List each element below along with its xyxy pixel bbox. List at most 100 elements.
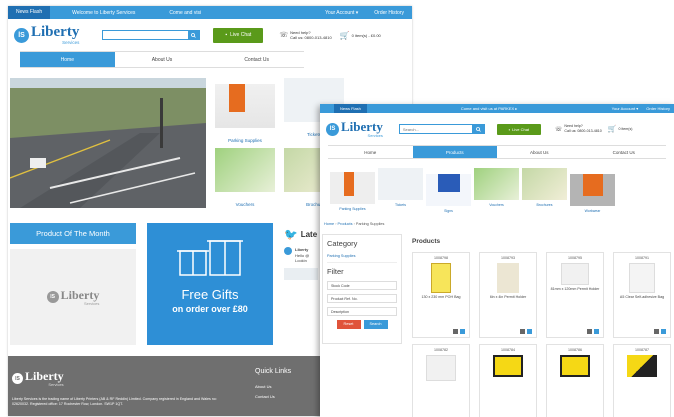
product-code: 1008798	[434, 256, 448, 260]
category-parking-supplies[interactable]: Parking Supplies	[330, 168, 375, 212]
category-image	[474, 168, 519, 200]
top-bar: News Flash Come and visit us at PARKEX ▸…	[320, 104, 674, 113]
category-brochures[interactable]: Brochures	[522, 168, 567, 212]
product-ref-field[interactable]: Product Ref. No.	[327, 294, 397, 303]
category-image	[330, 172, 375, 204]
site-logo[interactable]: lS Liberty Services	[326, 120, 383, 138]
help-block: ☏ Need help? Call us: 0800-013-4810	[279, 30, 331, 40]
breadcrumb-current: Parking Supplies	[355, 222, 385, 226]
product-card[interactable]: 1008795 81mm x 120mm Permit Holder	[546, 252, 604, 338]
product-name: A5 Clear Self-adhesive Bag	[619, 295, 665, 299]
logo-mark: lS	[326, 122, 339, 136]
basket-summary: 0 item(s) - £0.00	[351, 32, 381, 38]
phone-icon: ☏	[279, 32, 289, 39]
live-chat-button[interactable]: ▪ Live Chat	[213, 27, 264, 43]
hero-street-image	[10, 78, 206, 208]
footer-link-about[interactable]: About Us	[255, 384, 271, 389]
basket[interactable]: 🛒 0 item(s)	[608, 125, 633, 133]
category-signs[interactable]: Signs	[426, 168, 471, 213]
compare-button[interactable]	[587, 329, 592, 334]
footer-quick-links-title: Quick Links	[255, 368, 292, 375]
logo-mark: lS	[14, 27, 29, 43]
product-image	[561, 263, 589, 285]
product-code: 1008786	[568, 348, 582, 352]
twitter-title: Late	[300, 230, 318, 239]
breadcrumb-products[interactable]: Products	[338, 222, 353, 226]
basket[interactable]: 🛒 0 item(s) - £0.00	[340, 31, 381, 40]
tweet-author: Liberty	[295, 247, 309, 252]
search-button[interactable]	[472, 125, 484, 133]
breadcrumb-home[interactable]: Home	[324, 222, 334, 226]
tile-vouchers[interactable]: Vouchers	[215, 148, 275, 210]
description-field[interactable]: Description	[327, 307, 397, 316]
site-logo[interactable]: lS Liberty Services	[14, 25, 79, 45]
help-block: ☏ Need help? Call us: 0800-013-4810	[555, 124, 602, 133]
search-button[interactable]	[187, 31, 200, 39]
phone-icon: ☏	[554, 126, 563, 133]
add-to-cart-button[interactable]	[661, 329, 666, 334]
search-input[interactable]	[399, 125, 473, 133]
search-icon	[475, 126, 481, 132]
category-value[interactable]: Parking Supplies	[327, 254, 397, 263]
product-card[interactable]: 1008784	[479, 344, 537, 417]
compare-button[interactable]	[654, 329, 659, 334]
add-to-cart-button[interactable]	[527, 329, 532, 334]
search-input[interactable]	[103, 31, 188, 39]
add-to-cart-button[interactable]	[594, 329, 599, 334]
category-image	[570, 174, 615, 206]
tweet-media	[284, 267, 318, 280]
product-name: 6in x 4in Permit Holder	[489, 295, 527, 299]
footer-link-contact[interactable]: Contact Us	[255, 394, 275, 399]
order-history-link[interactable]: Order History	[366, 10, 412, 16]
compare-button[interactable]	[520, 329, 525, 334]
filter-sidebar: Category Parking Supplies Filter Stock C…	[322, 234, 402, 344]
stock-code-field[interactable]: Stock Code	[327, 281, 397, 290]
product-card[interactable]: 1008786	[546, 344, 604, 417]
nav-home[interactable]: Home	[20, 52, 115, 67]
tile-label: Parking Supplies	[228, 138, 262, 143]
footer-legal-text: Liberty Services is the trading name of …	[12, 397, 217, 407]
your-account-link[interactable]: Your Account ▾	[608, 106, 643, 111]
help-phone: Call us: 0800-013-4810	[290, 35, 332, 40]
product-card[interactable]: 1008791 A5 Clear Self-adhesive Bag	[613, 252, 671, 338]
product-card[interactable]: 1008798 130 x 230 mm POH Bag	[412, 252, 470, 338]
product-code: 1008795	[568, 256, 582, 260]
logo-mark: lS	[46, 291, 59, 303]
category-label: Workwear	[584, 209, 601, 213]
category-strip: Parking Supplies Tickets Signs Vouchers …	[330, 168, 620, 213]
search-box	[102, 30, 201, 40]
tile-image	[215, 84, 275, 128]
hero-banner[interactable]	[10, 78, 206, 208]
product-card[interactable]: 1008782	[412, 344, 470, 417]
category-tickets[interactable]: Tickets	[378, 168, 423, 212]
free-gifts-subtitle: on order over £80	[172, 304, 248, 314]
nav-contact-us[interactable]: Contact Us	[209, 52, 304, 67]
compare-button[interactable]	[453, 329, 458, 334]
nav-about-us[interactable]: About Us	[115, 52, 210, 67]
nav-products[interactable]: Products	[412, 146, 497, 158]
products-page-window: News Flash Come and visit us at PARKEX ▸…	[320, 104, 674, 417]
product-card[interactable]: 1008787	[613, 344, 671, 417]
nav-about-us[interactable]: About Us	[497, 146, 582, 158]
tile-parking-supplies[interactable]: Parking Supplies	[215, 78, 275, 143]
product-card[interactable]: 1008793 6in x 4in Permit Holder	[479, 252, 537, 338]
category-label: Vouchers	[489, 203, 504, 207]
logo-word: Liberty	[60, 287, 100, 302]
add-to-cart-button[interactable]	[460, 329, 465, 334]
product-code: 1008782	[434, 348, 448, 352]
reset-button[interactable]: Reset	[336, 320, 361, 329]
category-label: Parking Supplies	[339, 207, 366, 211]
your-account-link[interactable]: Your Account ▾	[317, 10, 366, 16]
category-image	[378, 168, 423, 200]
nav-home[interactable]: Home	[328, 146, 413, 158]
cart-icon: 🛒	[339, 30, 350, 40]
come-visit-text[interactable]: Come and visit us at PARKEX ▸	[453, 106, 525, 111]
order-history-link[interactable]: Order History	[642, 106, 674, 111]
search-filter-button[interactable]: Search	[363, 320, 388, 329]
free-gifts-banner[interactable]: Free Gifts on order over £80	[147, 223, 273, 345]
nav-contact-us[interactable]: Contact Us	[582, 146, 667, 158]
category-vouchers[interactable]: Vouchers	[474, 168, 519, 212]
product-of-month-box[interactable]: lS Liberty Services	[10, 249, 136, 345]
category-workwear[interactable]: Workwear	[570, 168, 615, 213]
live-chat-button[interactable]: ▪ Live Chat	[496, 123, 541, 135]
